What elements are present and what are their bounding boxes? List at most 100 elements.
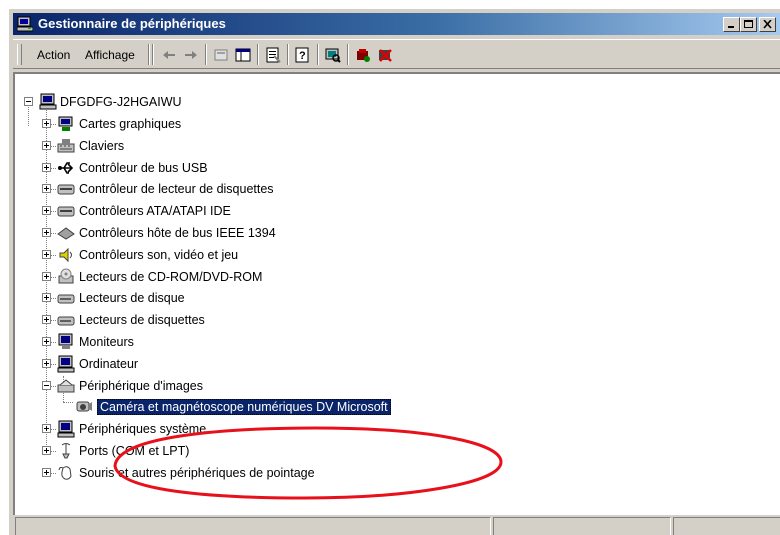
- expand-toggle[interactable]: [42, 228, 51, 237]
- tree-category[interactable]: Lecteurs de disquettes: [15, 310, 575, 330]
- tree-category[interactable]: Moniteurs: [15, 332, 575, 352]
- expand-toggle[interactable]: [42, 315, 51, 324]
- tree-child-item[interactable]: Caméra et magnétoscope numériques DV Mic…: [15, 397, 575, 417]
- title-bar[interactable]: Gestionnaire de périphériques: [13, 13, 780, 35]
- cdrom-icon: [58, 268, 74, 284]
- up-button[interactable]: [211, 45, 231, 65]
- toolbar-separator: [257, 44, 259, 65]
- disk-drive-icon: [57, 294, 75, 304]
- tree-category[interactable]: Contrôleurs son, vidéo et jeu: [15, 245, 575, 265]
- toolbar-grip[interactable]: [17, 44, 22, 65]
- expand-toggle[interactable]: [42, 250, 51, 259]
- expand-toggle[interactable]: [42, 141, 51, 150]
- svg-text:?: ?: [299, 50, 306, 62]
- tree-item-label: Caméra et magnétoscope numériques DV Mic…: [97, 399, 391, 415]
- tree-category[interactable]: Périphériques système: [15, 419, 575, 439]
- toolbar-separator: [152, 44, 154, 65]
- toolbar-separator: [287, 44, 289, 65]
- device-manager-window: Gestionnaire de périphériques Action Aff…: [8, 8, 780, 535]
- properties-button[interactable]: [263, 45, 283, 65]
- device-tree[interactable]: DFGDFG-J2HGAIWU Cartes graphiques Clavier…: [13, 72, 780, 522]
- expand-toggle[interactable]: [42, 293, 51, 302]
- show-hide-tree-icon: [235, 48, 251, 62]
- tree-category[interactable]: Claviers: [15, 136, 575, 156]
- menu-action[interactable]: Action: [37, 48, 70, 62]
- uninstall-icon: [379, 49, 392, 62]
- tree-category[interactable]: Lecteurs de disque: [15, 288, 575, 308]
- forward-icon: [185, 51, 197, 59]
- update-driver-icon: [357, 49, 370, 62]
- maximize-button[interactable]: [740, 17, 757, 32]
- tree-item-label: Souris et autres périphériques de pointa…: [79, 466, 315, 480]
- collapse-toggle[interactable]: [24, 97, 33, 106]
- toolbar-separator: [317, 44, 319, 65]
- floppy-controller-icon: [57, 184, 75, 195]
- expand-toggle[interactable]: [42, 424, 51, 433]
- imaging-device-icon: [57, 379, 75, 393]
- tree-item-label: Ports (COM et LPT): [79, 444, 190, 458]
- camera-icon: [76, 401, 92, 412]
- tree-root[interactable]: DFGDFG-J2HGAIWU: [15, 92, 415, 112]
- menu-display[interactable]: Affichage: [85, 48, 135, 62]
- expand-toggle[interactable]: [42, 163, 51, 172]
- sound-icon: [59, 247, 72, 263]
- tree-item-label: Cartes graphiques: [79, 117, 182, 131]
- expand-toggle[interactable]: [42, 119, 51, 128]
- tree-item-label: Contrôleurs hôte de bus IEEE 1394: [79, 226, 276, 240]
- expand-toggle[interactable]: [42, 337, 51, 346]
- tree-item-label: Lecteurs de CD-ROM/DVD-ROM: [79, 270, 263, 284]
- expand-toggle[interactable]: [42, 446, 51, 455]
- forward-button[interactable]: [181, 45, 201, 65]
- toolbar-separator: [347, 44, 349, 65]
- status-pane-main: [15, 517, 491, 535]
- help-icon: ?: [295, 47, 309, 63]
- status-bar: [13, 515, 780, 535]
- tree-item-label: Contrôleurs son, vidéo et jeu: [79, 248, 239, 262]
- computer-icon: [39, 93, 57, 110]
- show-hide-tree-button[interactable]: [233, 45, 253, 65]
- tree-category[interactable]: Périphérique d'images: [15, 376, 575, 396]
- toolbar-separator: [205, 44, 207, 65]
- tree-category[interactable]: Contrôleur de bus USB: [15, 158, 575, 178]
- update-driver-button[interactable]: [353, 45, 373, 65]
- uninstall-button[interactable]: [375, 45, 395, 65]
- tree-category[interactable]: Contrôleurs ATA/ATAPI IDE: [15, 201, 575, 221]
- window-title: Gestionnaire de périphériques: [38, 16, 226, 31]
- up-icon: [214, 49, 228, 61]
- expand-toggle[interactable]: [42, 184, 51, 193]
- tree-item-label: Lecteurs de disquettes: [79, 313, 205, 327]
- scan-hardware-button[interactable]: [323, 45, 343, 65]
- tree-item-label: Périphériques système: [79, 422, 207, 436]
- floppy-drive-icon: [57, 316, 75, 326]
- back-icon: [163, 51, 175, 59]
- minimize-button[interactable]: [723, 17, 740, 32]
- tree-category[interactable]: Cartes graphiques: [15, 114, 575, 134]
- help-button[interactable]: ?: [293, 45, 313, 65]
- tree-category[interactable]: Contrôleurs hôte de bus IEEE 1394: [15, 223, 575, 243]
- minimize-icon: [728, 26, 734, 28]
- maximize-icon: [744, 20, 753, 28]
- status-pane-2: [493, 517, 671, 535]
- scan-hardware-icon: [325, 48, 341, 63]
- tree-item-label: Périphérique d'images: [79, 379, 203, 393]
- display-adapter-icon: [58, 116, 73, 131]
- port-icon: [61, 443, 71, 459]
- computer-icon: [57, 355, 75, 373]
- expand-toggle[interactable]: [42, 272, 51, 281]
- back-button[interactable]: [159, 45, 179, 65]
- tree-item-label: Ordinateur: [79, 357, 139, 371]
- expand-toggle[interactable]: [42, 359, 51, 368]
- tree-category[interactable]: Contrôleur de lecteur de disquettes: [15, 179, 575, 199]
- close-button[interactable]: [759, 17, 776, 32]
- collapse-toggle[interactable]: [42, 381, 51, 390]
- expand-toggle[interactable]: [42, 206, 51, 215]
- device-manager-icon: [17, 16, 33, 32]
- mouse-icon: [58, 466, 72, 480]
- tree-category[interactable]: Ports (COM et LPT): [15, 441, 575, 461]
- tree-category[interactable]: Lecteurs de CD-ROM/DVD-ROM: [15, 267, 575, 287]
- menu-toolbar: Action Affichage ?: [13, 39, 780, 69]
- tree-category[interactable]: Ordinateur: [15, 354, 575, 374]
- usb-icon: [58, 162, 74, 174]
- tree-category[interactable]: Souris et autres périphériques de pointa…: [15, 463, 575, 483]
- expand-toggle[interactable]: [42, 468, 51, 477]
